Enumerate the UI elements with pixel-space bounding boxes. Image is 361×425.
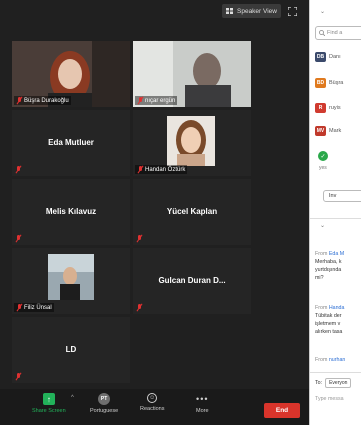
chat-message-input[interactable]: Type messa: [315, 396, 344, 402]
video-tile-melis[interactable]: Melis Kılavuz: [12, 179, 130, 245]
language-badge: PT: [98, 393, 111, 405]
participant-row[interactable]: DB Danı: [315, 51, 341, 63]
chat-sender-line: From Eda M: [315, 251, 345, 257]
chat-sender[interactable]: Eda M: [329, 251, 344, 257]
video-tile-gulcan[interactable]: Gulcan Duran D...: [133, 248, 251, 314]
participant-name: ruyis: [329, 105, 341, 111]
participant-label: Handan Öztürk: [135, 165, 188, 174]
participant-row[interactable]: R ruyis: [315, 102, 341, 114]
mic-muted-icon: [137, 166, 143, 173]
avatar: BD: [315, 78, 326, 88]
more-button[interactable]: ••• More: [196, 393, 209, 414]
participant-search-input[interactable]: Find a: [315, 26, 361, 40]
speaker-view-button[interactable]: Speaker View: [222, 4, 281, 18]
share-screen-button[interactable]: ↑ Share Screen: [32, 393, 66, 414]
search-placeholder: Find a: [327, 30, 343, 36]
participant-name: nıçar ergün: [145, 97, 176, 104]
video-tile-handan[interactable]: Handan Öztürk: [133, 110, 251, 176]
participant-name: Handan Öztürk: [145, 166, 186, 173]
participant-name: Büşra Durakoğlu: [24, 97, 69, 104]
participants-collapse-chevron-icon[interactable]: ⌄: [320, 8, 325, 15]
mic-muted-icon: [15, 373, 21, 380]
participant-name: Mark: [329, 128, 342, 134]
mic-muted-icon: [16, 304, 22, 311]
chat-sender-line: From nurhan: [315, 357, 346, 363]
participant-label: nıçar ergün: [135, 96, 178, 105]
participant-label: Büşra Durakoğlu: [14, 96, 71, 105]
chat-text: mi?: [315, 275, 324, 281]
zoom-meeting-window: Speaker View Büşra Durakoğlu nıçar ergün…: [0, 0, 361, 425]
speaker-view-label: Speaker View: [237, 7, 277, 15]
video-tile-ld[interactable]: LD: [12, 317, 130, 383]
chat-recipient-row: To: Everyon: [315, 378, 352, 388]
avatar: R: [315, 103, 326, 113]
yes-check-icon[interactable]: ✓: [318, 151, 328, 161]
mic-muted-icon: [15, 166, 21, 173]
chat-collapse-chevron-icon[interactable]: ⌄: [320, 222, 325, 229]
chat-sender[interactable]: nurhan: [329, 357, 346, 363]
participant-name: Melis Kılavuz: [45, 207, 97, 216]
mic-muted-icon: [136, 304, 142, 311]
chat-sender[interactable]: Handa: [329, 305, 345, 311]
more-label: More: [196, 408, 209, 414]
to-label: To:: [315, 380, 323, 386]
panel-divider: [310, 218, 361, 219]
chat-text: işletmem v: [315, 321, 341, 327]
side-panel: ⌄ Find a DB Danı BD Büşra R ruyis MV Mar…: [309, 0, 361, 425]
panel-divider: [310, 372, 361, 373]
fullscreen-button[interactable]: [288, 4, 297, 18]
language-label: Portuguese: [90, 408, 119, 414]
grid-icon: [226, 8, 233, 14]
video-tile-yucel[interactable]: Yücel Kaplan: [133, 179, 251, 245]
smiley-icon: ☺: [147, 393, 158, 403]
yes-label: yes: [319, 165, 327, 171]
avatar: DB: [315, 52, 326, 62]
reactions-label: Reactions: [140, 406, 165, 412]
share-screen-label: Share Screen: [32, 408, 66, 414]
participant-name: Eda Mutluer: [48, 138, 94, 147]
share-screen-icon: ↑: [42, 393, 55, 405]
video-tile-nicar[interactable]: nıçar ergün: [133, 41, 251, 107]
fullscreen-icon: [288, 6, 297, 16]
invite-button[interactable]: Inv: [323, 190, 361, 202]
recipient-select[interactable]: Everyon: [325, 378, 352, 388]
video-gallery: Speaker View Büşra Durakoğlu nıçar ergün…: [0, 0, 309, 425]
video-tile-filiz[interactable]: Filiz Ünsal: [12, 248, 130, 314]
mic-muted-icon: [15, 235, 21, 242]
chat-message: From Eda M Merhaba, k yurtdışında mi?: [315, 250, 361, 282]
participant-label: Filiz Ünsal: [14, 303, 54, 312]
chat-message: From nurhan: [315, 356, 361, 364]
chat-text: Tübitak der: [315, 313, 342, 319]
end-meeting-button[interactable]: End: [264, 403, 300, 418]
participant-row[interactable]: MV Mark: [315, 125, 341, 137]
chat-text: Merhaba, k: [315, 259, 342, 265]
share-options-chevron-icon[interactable]: ^: [71, 395, 74, 401]
participant-name: Gulcan Duran D...: [158, 276, 226, 285]
avatar: MV: [315, 126, 326, 136]
chat-sender-line: From Handa: [315, 305, 345, 311]
participant-row[interactable]: BD Büşra: [315, 77, 343, 89]
ellipsis-icon: •••: [196, 394, 209, 404]
video-tile-eda[interactable]: Eda Mutluer: [12, 110, 130, 176]
participant-name: Danı: [329, 54, 341, 60]
search-icon: [319, 30, 325, 36]
chat-text: alırken tasa: [315, 329, 343, 335]
mic-muted-icon: [136, 235, 142, 242]
video-tile-busra[interactable]: Büşra Durakoğlu: [12, 41, 130, 107]
chat-text: yurtdışında: [315, 267, 342, 273]
chat-message: From Handa Tübitak der işletmem v alırke…: [315, 304, 361, 336]
participant-name: Yücel Kaplan: [166, 207, 218, 216]
mic-muted-icon: [16, 97, 22, 104]
participant-name: Filiz Ünsal: [24, 304, 52, 311]
reactions-button[interactable]: ☺ Reactions: [140, 393, 164, 412]
mic-muted-icon: [137, 97, 143, 104]
participant-name: LD: [65, 345, 77, 354]
meeting-toolbar: ↑ Share Screen ^ PT Portuguese ☺ Reactio…: [0, 389, 309, 425]
interpretation-language-button[interactable]: PT Portuguese: [90, 393, 118, 414]
participant-name: Büşra: [329, 80, 344, 86]
